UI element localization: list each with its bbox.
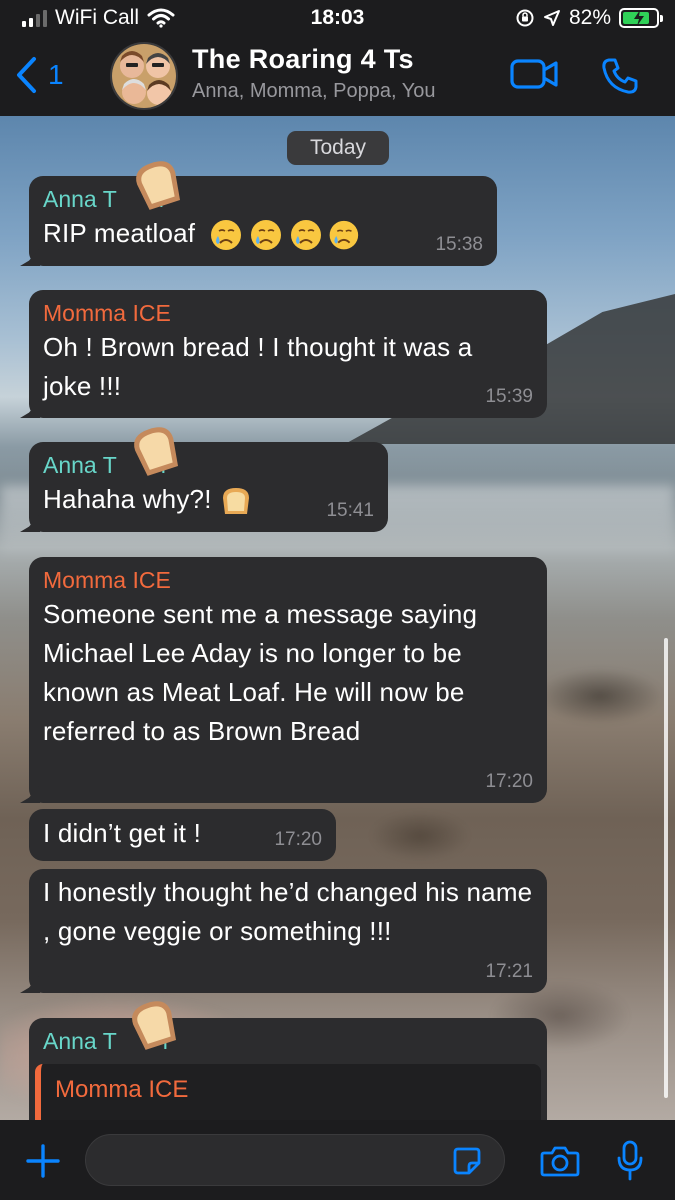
message-bubble[interactable]: Anna Tr Hahaha why?! 15:41 — [20, 442, 388, 532]
chat-area[interactable]: Today Anna Tr RIP meatloaf 15:38 Momma I… — [0, 116, 675, 1120]
reply-quote-sender: Momma ICE — [55, 1076, 189, 1103]
camera-icon[interactable] — [540, 1145, 580, 1177]
unread-count: 1 — [48, 59, 64, 90]
message-time: 17:20 — [485, 771, 533, 792]
crying-face-emoji — [209, 218, 359, 252]
message-text: Oh ! Brown bread ! I thought it was a jo… — [43, 332, 473, 401]
date-divider: Today — [287, 131, 389, 165]
phone-icon[interactable] — [600, 56, 640, 96]
message-sender: Anna Tr — [43, 452, 168, 478]
chat-title: The Roaring 4 Ts — [192, 44, 414, 74]
chevron-left-icon — [17, 57, 36, 93]
message-bubble[interactable]: Momma ICE Oh ! Brown bread ! I thought i… — [20, 290, 547, 418]
sticker-icon[interactable] — [452, 1146, 482, 1176]
battery-percent: 82% — [568, 6, 611, 29]
message-time: 15:41 — [326, 500, 374, 521]
message-text: I honestly thought he’d changed his name… — [43, 877, 533, 946]
location-arrow-icon — [543, 10, 560, 26]
message-input[interactable] — [85, 1134, 505, 1186]
bread-emoji — [223, 488, 250, 515]
message-time: 15:38 — [435, 234, 483, 255]
status-bar: WiFi Call 18:03 82% — [0, 0, 675, 36]
message-sender: Anna Tr — [43, 186, 166, 212]
message-sender: Momma ICE — [43, 567, 171, 593]
plus-icon[interactable] — [24, 1142, 62, 1180]
back-button[interactable]: 1 — [14, 56, 64, 94]
message-time: 15:39 — [485, 386, 533, 407]
orientation-lock-icon — [516, 9, 534, 27]
message-time: 17:20 — [274, 829, 322, 850]
status-right: 82% — [515, 6, 663, 30]
message-sender: Momma ICE — [43, 300, 171, 326]
message-bubble[interactable]: I honestly thought he’d changed his name… — [20, 869, 547, 993]
microphone-icon[interactable] — [616, 1140, 644, 1182]
message-bubble[interactable]: I didn’t get it ! 17:20 — [29, 809, 336, 861]
scrollbar[interactable] — [664, 638, 668, 1098]
chat-participants: Anna, Momma, Poppa, You — [192, 80, 436, 102]
group-avatar[interactable] — [110, 42, 178, 110]
message-sender: Anna Tr — [43, 1028, 170, 1054]
message-bubble[interactable]: Momma ICE Someone sent me a message sayi… — [20, 557, 547, 803]
message-bubble[interactable]: Anna Tr RIP meatloaf 15:38 — [20, 176, 497, 266]
battery-charging-icon — [619, 8, 663, 28]
message-time: 17:21 — [485, 961, 533, 982]
message-text: Hahaha why?! — [43, 480, 374, 519]
message-text: Someone sent me a message saying Michael… — [43, 599, 478, 746]
video-camera-icon[interactable] — [510, 58, 558, 90]
message-bubble[interactable]: Anna Tr Momma ICE — [29, 1018, 547, 1120]
chat-header: 1 The Roaring 4 Ts Anna, Momma, Poppa, Y… — [0, 36, 675, 116]
message-text: RIP meatloaf — [43, 214, 483, 253]
reply-quote[interactable]: Momma ICE — [35, 1064, 541, 1120]
chat-title-block[interactable]: The Roaring 4 Ts Anna, Momma, Poppa, You — [192, 44, 436, 103]
input-bar — [0, 1120, 675, 1200]
